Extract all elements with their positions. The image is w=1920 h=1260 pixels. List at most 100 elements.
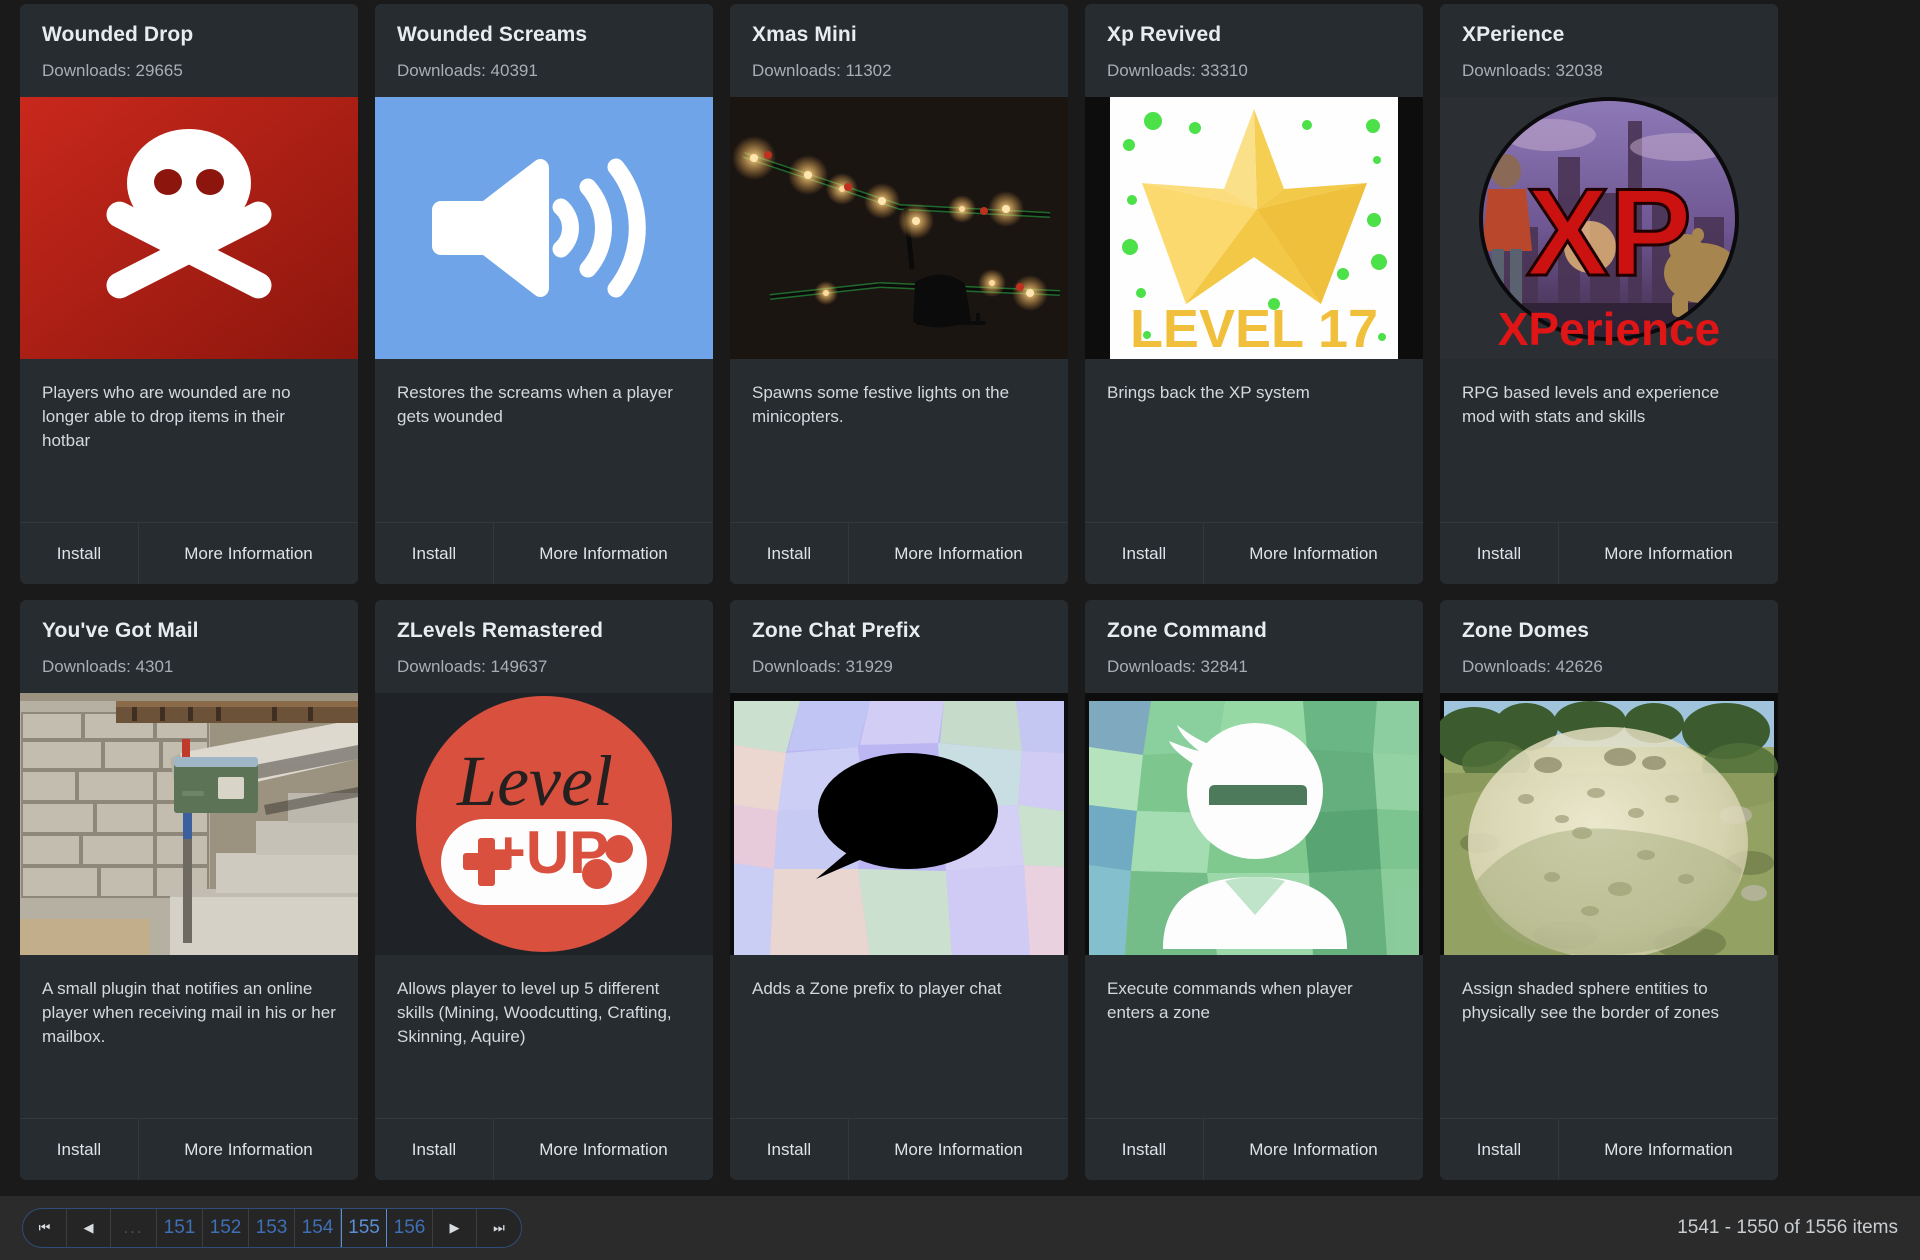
install-button[interactable]: Install bbox=[1085, 523, 1203, 584]
first-page-button[interactable]: ⏮ bbox=[23, 1209, 67, 1247]
plugin-title: Zone Chat Prefix bbox=[752, 619, 921, 642]
xp-label: XP bbox=[1526, 164, 1691, 302]
plugin-title: You've Got Mail bbox=[42, 619, 199, 642]
card-footer: Install More Information bbox=[730, 522, 1068, 584]
previous-page-button[interactable]: ◀ bbox=[67, 1209, 111, 1247]
page-button-153[interactable]: 153 bbox=[249, 1209, 295, 1247]
card-footer: Install More Information bbox=[20, 522, 358, 584]
card-footer: Install More Information bbox=[1440, 522, 1778, 584]
install-button[interactable]: Install bbox=[375, 1119, 493, 1180]
zone-dome-photo bbox=[1440, 693, 1778, 956]
plugin-downloads: Downloads: 31929 bbox=[752, 657, 893, 677]
page-button-155-active[interactable]: 155 bbox=[341, 1209, 387, 1247]
plugin-downloads: Downloads: 33310 bbox=[1107, 61, 1248, 81]
more-information-button[interactable]: More Information bbox=[493, 1119, 713, 1180]
plugin-card[interactable]: ZLevels Remastered Downloads: 149637 Lev… bbox=[375, 600, 713, 1180]
level-up-gamepad-icon: Level +UP bbox=[375, 693, 713, 956]
plugin-card[interactable]: Xmas Mini Downloads: 11302 Spawns some f… bbox=[730, 4, 1068, 584]
plugin-description: A small plugin that notifies an online p… bbox=[42, 979, 336, 1047]
plugin-description: Assign shaded sphere entities to physica… bbox=[1462, 979, 1720, 1023]
card-footer: Install More Information bbox=[375, 522, 713, 584]
page-button-156[interactable]: 156 bbox=[387, 1209, 433, 1247]
more-information-button[interactable]: More Information bbox=[138, 1119, 358, 1180]
install-button[interactable]: Install bbox=[20, 523, 138, 584]
plugin-downloads: Downloads: 4301 bbox=[42, 657, 174, 677]
plugin-card[interactable]: Zone Command Downloads: 32841 Execute co… bbox=[1085, 600, 1423, 1180]
card-header: XPerience Downloads: 32038 bbox=[1440, 4, 1778, 97]
plugin-image bbox=[730, 693, 1068, 956]
skull-crossbones-icon bbox=[20, 97, 358, 360]
install-button[interactable]: Install bbox=[730, 523, 848, 584]
pagination[interactable]: ⏮ ◀ ... 151 152 153 154 155 156 ▶ ⏭ bbox=[22, 1208, 522, 1248]
plugin-description: Allows player to level up 5 different sk… bbox=[397, 979, 672, 1047]
last-page-button[interactable]: ⏭ bbox=[477, 1209, 521, 1247]
card-footer: Install More Information bbox=[375, 1118, 713, 1180]
plugin-description: Spawns some festive lights on the minico… bbox=[752, 383, 1010, 427]
install-button[interactable]: Install bbox=[20, 1119, 138, 1180]
page-button-154[interactable]: 154 bbox=[295, 1209, 341, 1247]
plugin-downloads: Downloads: 40391 bbox=[397, 61, 538, 81]
plugin-image bbox=[20, 97, 358, 360]
plugin-title: Wounded Screams bbox=[397, 23, 588, 46]
more-information-button[interactable]: More Information bbox=[848, 523, 1068, 584]
plugin-browser-page: Wounded Drop Downloads: 29665 Players wh… bbox=[0, 0, 1920, 1260]
ninja-mask-band bbox=[1209, 785, 1307, 806]
install-button[interactable]: Install bbox=[1440, 523, 1558, 584]
page-button-152[interactable]: 152 bbox=[203, 1209, 249, 1247]
plugin-image bbox=[20, 693, 358, 956]
page-button-151[interactable]: 151 bbox=[157, 1209, 203, 1247]
up-label: +UP bbox=[491, 819, 609, 886]
more-information-button[interactable]: More Information bbox=[493, 523, 713, 584]
card-footer: Install More Information bbox=[730, 1118, 1068, 1180]
plugin-description: RPG based levels and experience mod with… bbox=[1462, 383, 1720, 427]
plugin-downloads: Downloads: 11302 bbox=[752, 61, 892, 81]
plugin-card[interactable]: You've Got Mail Downloads: 4301 A small … bbox=[20, 600, 358, 1180]
card-header: You've Got Mail Downloads: 4301 bbox=[20, 600, 358, 693]
plugin-card[interactable]: Wounded Drop Downloads: 29665 Players wh… bbox=[20, 4, 358, 584]
plugin-image: Level +UP bbox=[375, 693, 713, 956]
level-script-label: Level bbox=[456, 741, 613, 821]
plugin-downloads: Downloads: 42626 bbox=[1462, 657, 1603, 677]
card-header: Zone Command Downloads: 32841 bbox=[1085, 600, 1423, 693]
more-information-button[interactable]: More Information bbox=[848, 1119, 1068, 1180]
more-information-button[interactable]: More Information bbox=[138, 523, 358, 584]
plugin-title: Zone Domes bbox=[1462, 619, 1590, 642]
xperience-label: XPerience bbox=[1498, 303, 1720, 355]
plugin-description: Brings back the XP system bbox=[1107, 383, 1310, 403]
plugin-description: Execute commands when player enters a zo… bbox=[1107, 979, 1353, 1023]
plugin-title: Xp Revived bbox=[1107, 23, 1222, 46]
plugin-image bbox=[375, 97, 713, 360]
page-ellipsis[interactable]: ... bbox=[111, 1209, 157, 1247]
card-footer: Install More Information bbox=[20, 1118, 358, 1180]
card-header: Zone Domes Downloads: 42626 bbox=[1440, 600, 1778, 693]
more-information-button[interactable]: More Information bbox=[1558, 1119, 1778, 1180]
plugin-description: Restores the screams when a player gets … bbox=[397, 383, 673, 427]
card-footer: Install More Information bbox=[1085, 1118, 1423, 1180]
plugin-downloads: Downloads: 29665 bbox=[42, 61, 183, 81]
next-page-button[interactable]: ▶ bbox=[433, 1209, 477, 1247]
plugin-card[interactable]: XPerience Downloads: 32038 XP XPerience … bbox=[1440, 4, 1778, 584]
mailbox-stairs-photo bbox=[20, 693, 358, 956]
plugin-card[interactable]: Zone Domes Downloads: 42626 Assign shade… bbox=[1440, 600, 1778, 1180]
plugin-title: Zone Command bbox=[1107, 619, 1267, 642]
plugin-downloads: Downloads: 32038 bbox=[1462, 61, 1603, 81]
plugin-card[interactable]: Wounded Screams Downloads: 40391 Restore bbox=[375, 4, 713, 584]
more-information-button[interactable]: More Information bbox=[1203, 523, 1423, 584]
plugin-title: Wounded Drop bbox=[42, 23, 194, 46]
card-header: Xmas Mini Downloads: 11302 bbox=[730, 4, 1068, 97]
install-button[interactable]: Install bbox=[1440, 1119, 1558, 1180]
plugin-card[interactable]: Zone Chat Prefix Downloads: 31929 Adds a… bbox=[730, 600, 1068, 1180]
bottom-bar: ⏮ ◀ ... 151 152 153 154 155 156 ▶ ⏭ 1541… bbox=[0, 1196, 1920, 1260]
plugin-title: Xmas Mini bbox=[752, 23, 857, 46]
ninja-avatar-icon bbox=[1085, 693, 1423, 956]
plugin-card[interactable]: Xp Revived Downloads: 33310 LEVEL 17 Bri… bbox=[1085, 4, 1423, 584]
card-header: ZLevels Remastered Downloads: 149637 bbox=[375, 600, 713, 693]
install-button[interactable]: Install bbox=[730, 1119, 848, 1180]
card-footer: Install More Information bbox=[1440, 1118, 1778, 1180]
more-information-button[interactable]: More Information bbox=[1203, 1119, 1423, 1180]
install-button[interactable]: Install bbox=[375, 523, 493, 584]
install-button[interactable]: Install bbox=[1085, 1119, 1203, 1180]
plugin-downloads: Downloads: 32841 bbox=[1107, 657, 1248, 677]
gold-star-level-icon: LEVEL 17 bbox=[1085, 97, 1423, 360]
more-information-button[interactable]: More Information bbox=[1558, 523, 1778, 584]
